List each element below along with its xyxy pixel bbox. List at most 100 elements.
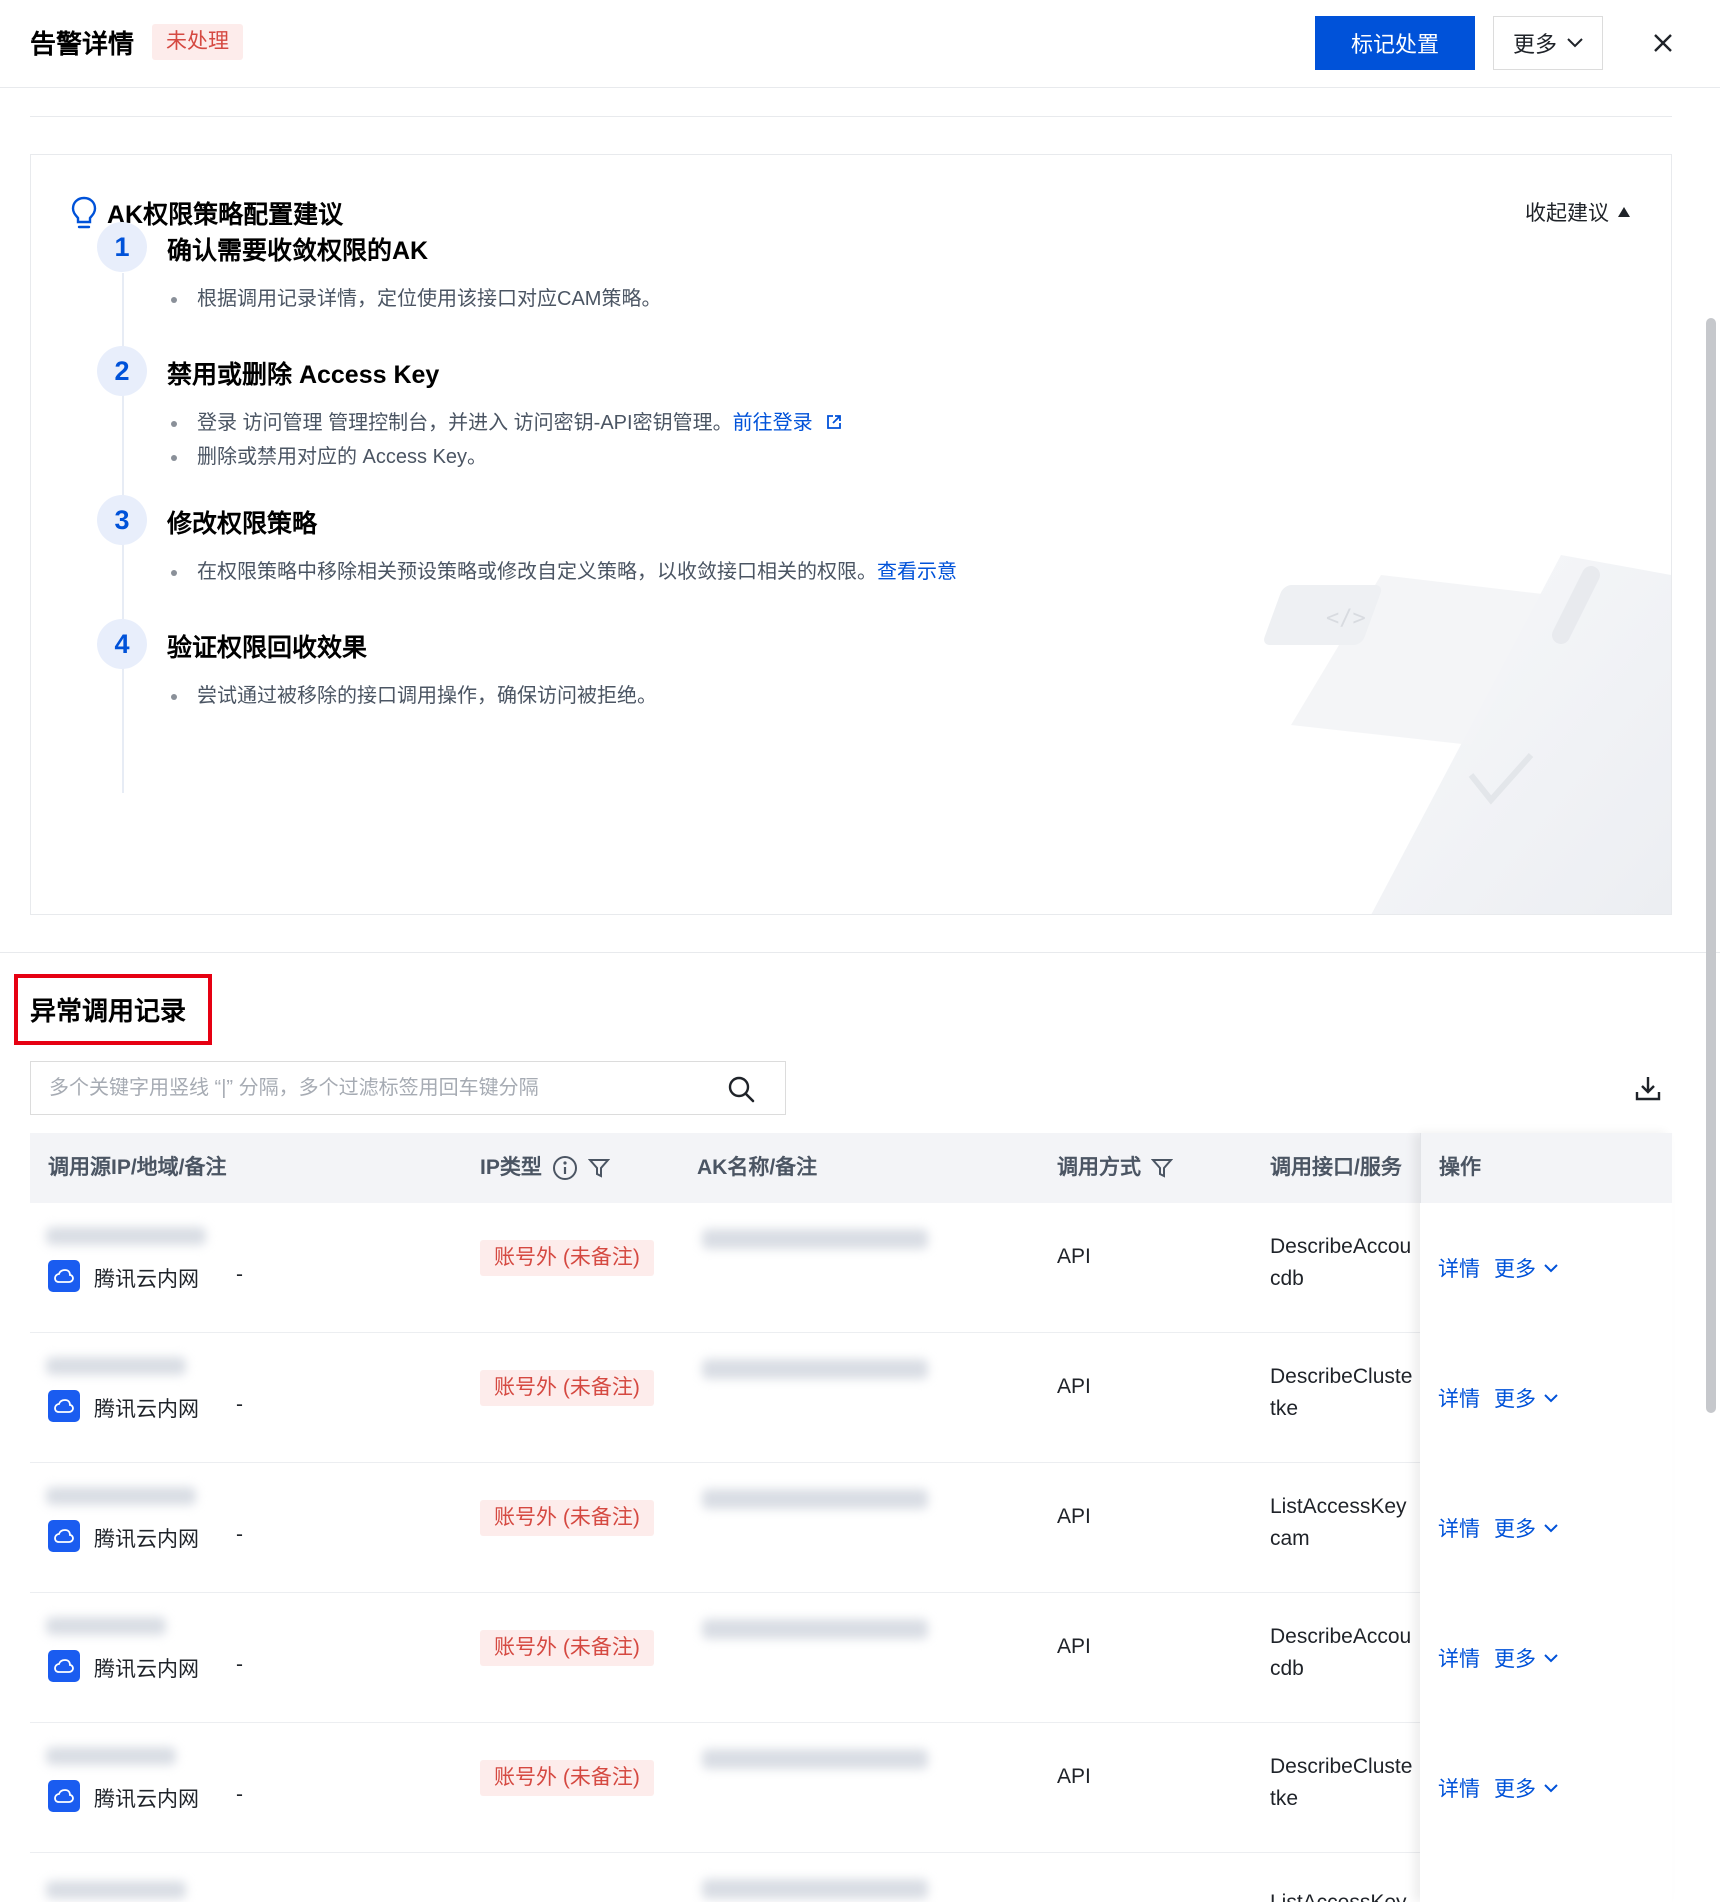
more-label: 更多 — [1494, 1648, 1536, 1671]
api-name: DescribeCluste — [1270, 1755, 1413, 1778]
more-actions-dropdown[interactable]: 更多 — [1494, 1513, 1558, 1543]
step-item-text: 在权限策略中移除相关预设策略或修改自定义策略，以收敛接口相关的权限。 — [197, 561, 877, 583]
search-input[interactable] — [49, 1062, 729, 1114]
redacted-ak — [702, 1879, 928, 1899]
mark-handled-button[interactable]: 标记处置 — [1315, 16, 1475, 70]
info-icon[interactable] — [552, 1155, 578, 1181]
detail-link[interactable]: 详情 — [1438, 1383, 1480, 1413]
redacted-ak — [702, 1749, 928, 1769]
network-label: 腾讯云内网 — [94, 1398, 199, 1421]
api-service: DescribeAccou cdb — [1270, 1621, 1420, 1685]
remark-value: - — [236, 1523, 243, 1546]
service-name: cdb — [1270, 1657, 1304, 1680]
filter-icon[interactable] — [587, 1157, 610, 1179]
vertical-scrollbar[interactable] — [1706, 318, 1716, 1413]
remark-value: - — [236, 1393, 243, 1416]
redacted-ip — [46, 1617, 166, 1635]
ip-type-badge: 账号外 (未备注) — [480, 1240, 654, 1276]
view-example-link[interactable]: 查看示意 — [877, 561, 957, 583]
step-item: 在权限策略中移除相关预设策略或修改自定义策略，以收敛接口相关的权限。查看示意 — [167, 555, 957, 589]
download-icon[interactable] — [1634, 1074, 1662, 1102]
decorative-illustration-icon: </> — [1264, 555, 1671, 914]
api-service: DescribeAccou cdb — [1270, 1231, 1420, 1295]
records-section-title: 异常调用记录 — [30, 996, 187, 1026]
step-items: 尝试通过被移除的接口调用操作，确保访问被拒绝。 — [167, 679, 657, 713]
more-button-label: 更多 — [1512, 32, 1557, 57]
divider — [30, 116, 1672, 117]
cloud-icon — [48, 1650, 80, 1682]
redacted-ip — [46, 1881, 186, 1899]
more-label: 更多 — [1494, 1778, 1536, 1801]
column-header-api: 调用接口/服务 — [1270, 1133, 1402, 1203]
more-label: 更多 — [1494, 1388, 1536, 1411]
network-label: 腾讯云内网 — [94, 1658, 199, 1681]
column-header-ip-type: IP类型 — [480, 1133, 610, 1203]
ip-type-badge: 账号外 (未备注) — [480, 1370, 654, 1406]
call-method: API — [1057, 1505, 1091, 1528]
api-service: ListAccessKey — [1270, 1887, 1420, 1902]
network-label: 腾讯云内网 — [94, 1268, 199, 1291]
remark-value: - — [236, 1783, 243, 1806]
cloud-icon — [48, 1780, 80, 1812]
step-number: 3 — [97, 495, 147, 545]
network-label: 腾讯云内网 — [94, 1788, 199, 1811]
redacted-ak — [702, 1229, 928, 1249]
chevron-down-icon — [1567, 38, 1583, 48]
more-actions-dropdown[interactable]: 更多 — [1494, 1773, 1558, 1803]
more-label: 更多 — [1494, 1518, 1536, 1541]
search-box — [30, 1061, 786, 1115]
more-actions-dropdown[interactable]: 更多 — [1494, 1253, 1558, 1283]
column-header-label: IP类型 — [480, 1156, 542, 1179]
more-actions-dropdown[interactable]: 更多 — [1494, 1643, 1558, 1673]
more-menu-button[interactable]: 更多 — [1493, 16, 1603, 70]
login-link[interactable]: 前往登录 — [733, 412, 813, 434]
search-icon[interactable] — [727, 1075, 755, 1103]
detail-link[interactable]: 详情 — [1438, 1253, 1480, 1283]
api-name: DescribeCluste — [1270, 1365, 1413, 1388]
redacted-ip — [46, 1747, 176, 1765]
row-actions: 详情 更多 — [1438, 1203, 1558, 1333]
detail-link[interactable]: 详情 — [1438, 1513, 1480, 1543]
redacted-ak — [702, 1359, 928, 1379]
collapse-label: 收起建议 — [1525, 202, 1609, 225]
redacted-ak — [702, 1489, 928, 1509]
collapse-advice-button[interactable]: 收起建议 — [1525, 197, 1631, 227]
chevron-down-icon — [1544, 1263, 1558, 1272]
ip-type-badge: 账号外 (未备注) — [480, 1500, 654, 1536]
chevron-down-icon — [1544, 1523, 1558, 1532]
row-actions: 详情 更多 — [1438, 1593, 1558, 1723]
column-header-label: 操作 — [1439, 1156, 1481, 1179]
lightbulb-icon — [71, 196, 97, 229]
row-actions: 详情 更多 — [1438, 1723, 1558, 1853]
detail-link[interactable]: 详情 — [1438, 1643, 1480, 1673]
ip-type-badge: 账号外 (未备注) — [480, 1630, 654, 1666]
cloud-icon — [48, 1260, 80, 1292]
step-number: 2 — [97, 346, 147, 396]
more-actions-dropdown[interactable]: 更多 — [1494, 1383, 1558, 1413]
external-link-icon[interactable] — [826, 414, 842, 430]
detail-link[interactable]: 详情 — [1438, 1773, 1480, 1803]
filter-icon[interactable] — [1151, 1157, 1173, 1179]
step-number: 4 — [97, 619, 147, 669]
column-header-label: 调用接口/服务 — [1270, 1156, 1402, 1179]
step-item-text: 登录 访问管理 管理控制台，并进入 访问密钥-API密钥管理。 — [197, 412, 733, 434]
chevron-down-icon — [1544, 1393, 1558, 1402]
cloud-icon — [48, 1390, 80, 1422]
service-name: tke — [1270, 1787, 1299, 1810]
more-label: 更多 — [1494, 1258, 1536, 1281]
chevron-down-icon — [1544, 1783, 1558, 1792]
redacted-ip — [46, 1227, 206, 1245]
column-header-label: AK名称/备注 — [697, 1156, 818, 1179]
step-item: 根据调用记录详情，定位使用该接口对应CAM策略。 — [167, 282, 661, 316]
column-header-source: 调用源IP/地域/备注 — [48, 1133, 227, 1203]
caret-up-icon — [1618, 207, 1630, 217]
api-service: DescribeCluste tke — [1270, 1361, 1420, 1425]
redacted-ip — [46, 1357, 186, 1375]
svg-text:</>: </> — [1326, 606, 1366, 631]
step-items: 根据调用记录详情，定位使用该接口对应CAM策略。 — [167, 282, 661, 316]
call-method: API — [1057, 1375, 1091, 1398]
column-header-label: 调用方式 — [1057, 1156, 1141, 1179]
close-button[interactable] — [1646, 26, 1680, 60]
service-name: cam — [1270, 1527, 1310, 1550]
remark-value: - — [236, 1263, 243, 1286]
